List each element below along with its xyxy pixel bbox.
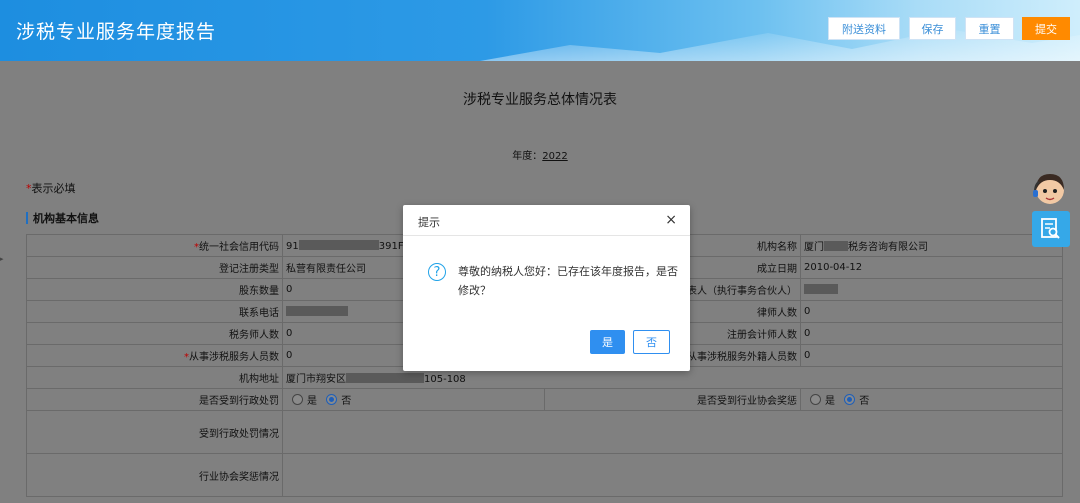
assistant-avatar-icon[interactable]	[1031, 168, 1069, 210]
penalty-detail-label: 受到行政处罚情况	[26, 410, 283, 454]
close-icon[interactable]: ×	[665, 212, 677, 228]
radio-no-label: 否	[341, 396, 352, 407]
section-title-text: 机构基本信息	[33, 212, 99, 225]
penalty-detail-textarea[interactable]	[282, 410, 1063, 454]
radio-yes[interactable]	[810, 394, 821, 405]
save-button[interactable]: 保存	[909, 17, 956, 40]
credit-code-label: *统一社会信用代码	[26, 234, 283, 257]
org-name-suffix: 税务咨询有限公司	[848, 242, 928, 253]
dialog-title: 提示	[418, 216, 440, 229]
section-title: 机构基本信息	[26, 210, 99, 226]
table-row: 受到行政处罚情况	[26, 410, 1063, 454]
required-note: *表示必填	[26, 180, 76, 196]
table-row: 是否受到行政处罚 是 否 是否受到行业协会奖惩 是 否	[26, 388, 1063, 411]
required-note-text: 表示必填	[31, 182, 76, 195]
cpa-field[interactable]: 0	[800, 322, 1063, 345]
confirm-yes-button[interactable]: 是	[590, 330, 625, 354]
shareholders-label: 股东数量	[26, 278, 283, 301]
confirm-no-button[interactable]: 否	[633, 330, 670, 354]
app-title: 涉税专业服务年度报告	[16, 21, 217, 43]
document-search-button[interactable]	[1032, 211, 1070, 247]
radio-no-selected[interactable]	[326, 394, 338, 405]
lawyers-field[interactable]: 0	[800, 300, 1063, 323]
radio-yes-label: 是	[307, 396, 317, 407]
association-award-radio-group: 是 否	[800, 388, 1063, 411]
year-label: 年度：	[512, 151, 543, 162]
redacted-block	[346, 373, 424, 383]
submit-button[interactable]: 提交	[1022, 17, 1070, 40]
document-search-icon	[1041, 218, 1060, 239]
table-row: 行业协会奖惩情况	[26, 453, 1063, 497]
org-name-field[interactable]: 厦门 税务咨询有限公司	[800, 234, 1063, 257]
attach-materials-button[interactable]: 附送资料	[828, 17, 900, 40]
report-year: 年度：2022	[0, 147, 1080, 162]
staff-label: *从事涉税服务人员数	[26, 344, 283, 367]
foreign-staff-field[interactable]: 0	[800, 344, 1063, 367]
collapse-arrow-icon[interactable]: ▸	[0, 255, 4, 263]
radio-yes[interactable]	[292, 394, 303, 405]
address-prefix: 厦门市翔安区	[286, 374, 346, 385]
confirm-dialog: 提示 × ? 尊敬的纳税人您好：已存在该年度报告，是否修改？ 是 否	[403, 205, 690, 371]
app-header: 涉税专业服务年度报告 附送资料 保存 重置 提交	[0, 0, 1080, 61]
document-title: 涉税专业服务总体情况表	[463, 92, 617, 108]
address-label: 机构地址	[26, 366, 283, 389]
radio-no-label: 否	[859, 396, 870, 407]
radio-no-selected[interactable]	[844, 394, 856, 405]
redacted-block	[286, 305, 348, 316]
reg-type-label: 登记注册类型	[26, 256, 283, 279]
award-detail-textarea[interactable]	[282, 453, 1063, 497]
redacted-block	[824, 241, 848, 251]
address-suffix: 105-108	[424, 374, 466, 385]
phone-label: 联系电话	[26, 300, 283, 323]
dialog-message: 尊敬的纳税人您好：已存在该年度报告，是否修改？	[458, 265, 678, 297]
org-name-prefix: 厦门	[804, 242, 824, 253]
award-detail-label: 行业协会奖惩情况	[26, 453, 283, 497]
tax-agents-label: 税务师人数	[26, 322, 283, 345]
legal-rep-field[interactable]	[800, 278, 1063, 301]
question-circle-icon: ?	[428, 263, 446, 281]
redacted-block	[298, 239, 379, 250]
dialog-divider	[403, 235, 690, 236]
staff-label-text: 从事涉税服务人员数	[189, 352, 279, 363]
section-bar	[26, 212, 28, 224]
credit-code-suffix: 391F	[378, 240, 404, 252]
radio-yes-label: 是	[825, 396, 835, 407]
founded-field[interactable]: 2010-04-12	[800, 256, 1063, 279]
admin-penalty-label: 是否受到行政处罚	[26, 388, 283, 411]
credit-code-prefix: 91	[286, 240, 299, 252]
admin-penalty-radio-group: 是 否	[282, 388, 545, 411]
year-value: 2022	[542, 151, 568, 162]
credit-code-label-text: 统一社会信用代码	[199, 242, 279, 253]
redacted-block	[804, 283, 838, 294]
association-award-label: 是否受到行业协会奖惩	[544, 388, 801, 411]
reset-button[interactable]: 重置	[965, 17, 1014, 40]
